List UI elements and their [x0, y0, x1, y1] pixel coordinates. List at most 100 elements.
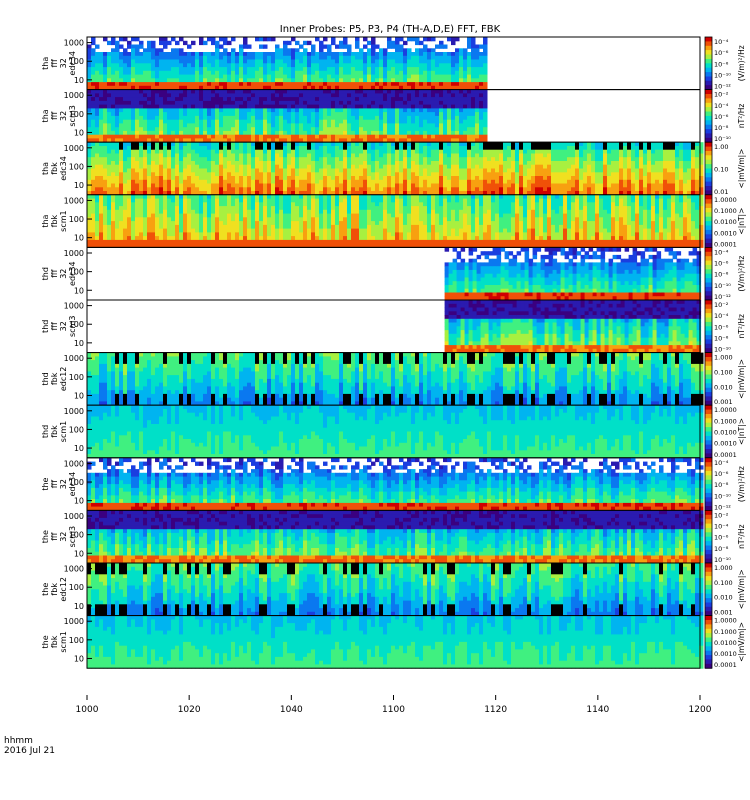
- spectrogram-cell: [575, 154, 580, 158]
- spectrogram-cell: [111, 206, 116, 210]
- spectrogram-cell: [395, 154, 400, 158]
- spectrogram-cell: [623, 172, 628, 176]
- spectrogram-cell: [359, 60, 364, 64]
- spectrogram-cell: [311, 63, 316, 67]
- spectrogram-cell: [639, 187, 644, 191]
- spectrogram-cell: [147, 172, 152, 176]
- spectrogram-cell: [103, 169, 108, 173]
- spectrogram-cell: [211, 120, 216, 124]
- spectrogram-cell: [455, 63, 460, 67]
- spectrogram-cell: [379, 123, 384, 127]
- spectrogram-cell: [275, 108, 280, 112]
- spectrogram-cell: [579, 172, 584, 176]
- spectrogram-cell: [187, 180, 192, 184]
- spectrogram-cell: [463, 123, 468, 127]
- spectrogram-cell: [559, 180, 564, 184]
- spectrogram-cell: [291, 165, 296, 169]
- spectrogram-cell: [559, 146, 564, 150]
- spectrogram-cell: [467, 116, 472, 120]
- spectrogram-cell: [243, 82, 248, 86]
- spectrogram-cell: [419, 101, 424, 105]
- spectrogram-cell: [379, 135, 384, 139]
- spectrogram-cell: [399, 157, 404, 161]
- spectrogram-cell: [571, 142, 576, 146]
- spectrogram-cell: [403, 41, 408, 45]
- spectrogram-cell: [439, 60, 444, 64]
- spectrogram-cell: [127, 112, 132, 116]
- spectrogram-cell: [127, 78, 132, 82]
- spectrogram-cell: [159, 112, 164, 116]
- spectrogram-cell: [375, 131, 380, 135]
- spectrogram-cell: [271, 78, 276, 82]
- spectrogram-cell: [239, 187, 244, 191]
- spectrogram-cell: [655, 169, 660, 173]
- spectrogram-cell: [407, 176, 412, 180]
- spectrogram-cell: [195, 127, 200, 131]
- spectrogram-cell: [311, 165, 316, 169]
- spectrogram-cell: [155, 52, 160, 56]
- spectrogram-cell: [475, 90, 480, 94]
- spectrogram-cell: [331, 150, 336, 154]
- spectrogram-cell: [387, 52, 392, 56]
- spectrogram-cell: [303, 48, 308, 52]
- spectrogram-cell: [407, 97, 412, 101]
- spectrogram-cell: [407, 146, 412, 150]
- spectrogram-cell: [623, 150, 628, 154]
- spectrogram-cell: [431, 172, 436, 176]
- spectrogram-cell: [367, 90, 372, 94]
- spectrogram-cell: [283, 93, 288, 97]
- spectrogram-cell: [139, 116, 144, 120]
- spectrogram-cell: [291, 78, 296, 82]
- spectrogram-cell: [395, 135, 400, 139]
- spectrogram-cell: [207, 60, 212, 64]
- spectrogram-cell: [483, 172, 488, 176]
- spectrogram-cell: [355, 82, 360, 86]
- spectrogram-cell: [223, 180, 228, 184]
- spectrogram-cell: [131, 37, 136, 41]
- spectrogram-cell: [119, 135, 124, 139]
- spectrogram-cell: [427, 150, 432, 154]
- spectrogram-cell: [295, 187, 300, 191]
- spectrogram-cell: [203, 60, 208, 64]
- spectrogram-cell: [211, 142, 216, 146]
- spectrogram-cell: [403, 146, 408, 150]
- spectrogram-cell: [155, 78, 160, 82]
- spectrogram-cell: [631, 165, 636, 169]
- spectrogram-cell: [587, 154, 592, 158]
- spectrogram-cell: [163, 93, 168, 97]
- spectrogram-cell: [387, 123, 392, 127]
- spectrogram-cell: [127, 67, 132, 71]
- spectrogram-cell: [563, 150, 568, 154]
- spectrogram-cell: [351, 71, 356, 75]
- spectrogram-cell: [319, 41, 324, 45]
- spectrogram-cell: [179, 180, 184, 184]
- spectrogram-cell: [675, 146, 680, 150]
- spectrogram-cell: [159, 93, 164, 97]
- spectrogram-cell: [615, 169, 620, 173]
- spectrogram-cell: [295, 78, 300, 82]
- spectrogram-cell: [243, 97, 248, 101]
- spectrogram-cell: [247, 187, 252, 191]
- spectrogram-cell: [199, 101, 204, 105]
- spectrogram-cell: [575, 150, 580, 154]
- spectrogram-cell: [387, 169, 392, 173]
- spectrogram-cell: [619, 154, 624, 158]
- spectrogram-cell: [483, 101, 488, 105]
- spectrogram-cell: [607, 172, 612, 176]
- spectrogram-cell: [603, 184, 608, 188]
- spectrogram-cell: [111, 78, 116, 82]
- spectrogram-cell: [491, 142, 496, 146]
- spectrogram-cell: [179, 48, 184, 52]
- spectrogram-cell: [599, 161, 604, 165]
- spectrogram-cell: [139, 78, 144, 82]
- spectrogram-cell: [447, 135, 452, 139]
- spectrogram-cell: [279, 135, 284, 139]
- spectrogram-cell: [223, 60, 228, 64]
- spectrogram-cell: [479, 52, 484, 56]
- spectrogram-cell: [391, 52, 396, 56]
- spectrogram-cell: [263, 60, 268, 64]
- spectrogram-cell: [387, 75, 392, 79]
- spectrogram-cell: [163, 112, 168, 116]
- spectrogram-cell: [311, 187, 316, 191]
- spectrogram-cell: [307, 75, 312, 79]
